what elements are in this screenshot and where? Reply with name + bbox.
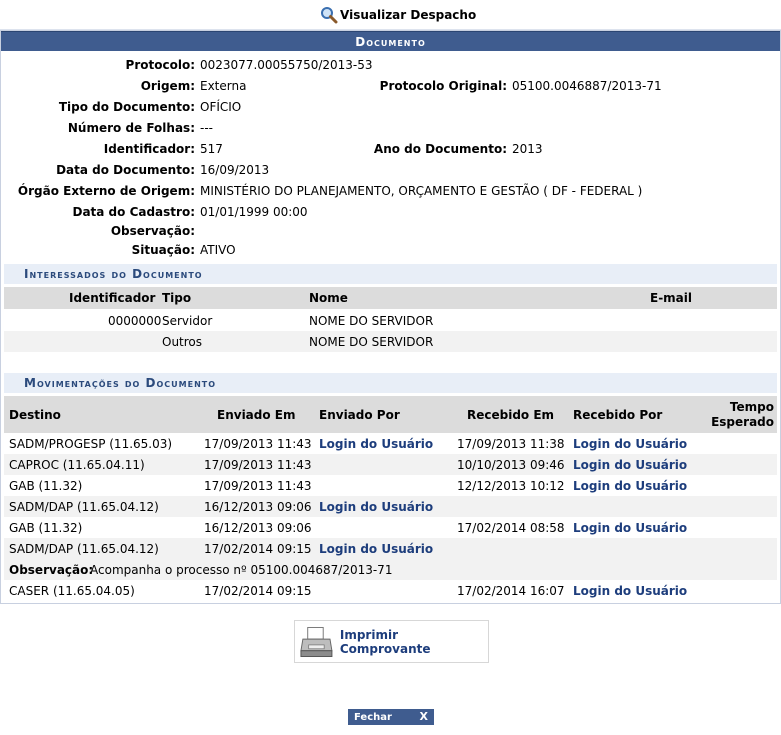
print-button[interactable]: Imprimir Comprovante [294,620,489,663]
interessados-title: Interessados do Documento [4,264,777,284]
identificador-label: Identificador: [103,142,195,156]
table-row: CASER (11.65.04.05) 17/02/2014 09:15 17/… [4,580,777,601]
col-recebido-por: Recebido Por [573,408,663,422]
col-identificador: Identificador [69,291,156,305]
cell-nome: NOME DO SERVIDOR [309,335,434,349]
situacao-label: Situação: [131,243,195,257]
cell-identificador: 0000000 [108,314,162,328]
data-cadastro-value: 01/01/1999 00:00 [200,205,308,219]
col-enviado-por: Enviado Por [319,408,400,422]
data-documento-label: Data do Documento: [56,163,195,177]
observacao-label: Observação: [110,224,195,238]
table-row: GAB (11.32) 16/12/2013 09:06 17/02/2014 … [4,517,777,538]
page-header: Visualizar Despacho [0,0,781,30]
identificador-value: 517 [200,142,223,156]
cell-enviado-em: 17/02/2014 09:15 [204,584,312,598]
cell-enviado-em: 17/09/2013 11:43 [204,437,312,451]
cell-destino: GAB (11.32) [9,521,83,535]
recebido-por-link[interactable]: Login do Usuário [573,458,687,472]
cell-recebido-em: 10/10/2013 09:46 [457,458,565,472]
close-button[interactable]: Fechar X [348,709,434,725]
cell-destino: CASER (11.65.04.05) [9,584,135,598]
recebido-por-link[interactable]: Login do Usuário [573,479,687,493]
col-nome: Nome [309,291,348,305]
protocolo-label: Protocolo: [125,58,195,72]
interessados-header: Identificador Tipo Nome E-mail [4,287,777,309]
observacao-label: Observação: [9,563,94,577]
table-row: SADM/DAP (11.65.04.12) 17/02/2014 09:15 … [4,538,777,559]
enviado-por-link[interactable]: Login do Usuário [319,542,433,556]
cell-enviado-em: 17/09/2013 11:43 [204,479,312,493]
origem-label: Origem: [140,79,195,93]
cell-destino: GAB (11.32) [9,479,83,493]
col-esperado: Esperado [711,415,774,429]
movimentacoes-header: Destino Enviado Em Enviado Por Recebido … [4,396,777,433]
page-title: Visualizar Despacho [340,8,477,22]
cell-destino: SADM/DAP (11.65.04.12) [9,500,159,514]
table-row: SADM/PROGESP (11.65.03) 17/09/2013 11:43… [4,433,777,454]
movimentacoes-title: Movimentações do Documento [4,373,777,393]
cell-enviado-em: 17/02/2014 09:15 [204,542,312,556]
cell-nome: NOME DO SERVIDOR [309,314,434,328]
recebido-por-link[interactable]: Login do Usuário [573,437,687,451]
protocolo-value: 0023077.00055750/2013-53 [200,58,373,72]
cell-enviado-em: 16/12/2013 09:06 [204,521,312,535]
table-row: Outros NOME DO SERVIDOR [4,331,777,352]
protocolo-original-label: Protocolo Original: [379,79,507,93]
cell-recebido-em: 12/12/2013 10:12 [457,479,565,493]
documento-panel: Documento Protocolo: 0023077.00055750/20… [0,30,781,604]
origem-value: Externa [200,79,247,93]
documento-caption: Documento [1,31,780,51]
cell-destino: SADM/DAP (11.65.04.12) [9,542,159,556]
enviado-por-link[interactable]: Login do Usuário [319,437,433,451]
close-label: Fechar [354,711,392,723]
recebido-por-link[interactable]: Login do Usuário [573,521,687,535]
cell-destino: SADM/PROGESP (11.65.03) [9,437,173,451]
cell-tipo: Outros [162,335,203,349]
recebido-por-link[interactable]: Login do Usuário [573,584,687,598]
ano-value: 2013 [512,142,543,156]
cell-recebido-em: 17/02/2014 16:07 [457,584,565,598]
folhas-label: Número de Folhas: [67,121,195,135]
col-enviado-em: Enviado Em [217,408,296,422]
ano-label: Ano do Documento: [373,142,507,156]
cell-recebido-em: 17/09/2013 11:38 [457,437,565,451]
observacao-row: Observação: Acompanha o processo nº 0510… [4,559,777,580]
table-row: SADM/DAP (11.65.04.12) 16/12/2013 09:06 … [4,496,777,517]
cell-tipo: Servidor [162,314,213,328]
tipo-label: Tipo do Documento: [58,100,195,114]
table-row: GAB (11.32) 17/09/2013 11:43 12/12/2013 … [4,475,777,496]
situacao-value: ATIVO [200,243,236,257]
title-wrap: Visualizar Despacho [320,5,476,25]
enviado-por-link[interactable]: Login do Usuário [319,500,433,514]
cell-recebido-em: 17/02/2014 08:58 [457,521,565,535]
cell-enviado-em: 17/09/2013 11:43 [204,458,312,472]
printer-icon [300,626,333,657]
col-destino: Destino [9,408,61,422]
tipo-value: OFÍCIO [200,100,242,114]
protocolo-original-value: 05100.0046887/2013-71 [512,79,662,93]
magnifier-icon [321,7,338,24]
close-icon: X [419,710,428,723]
col-tempo: Tempo [729,400,774,414]
data-documento-value: 16/09/2013 [200,163,270,177]
observacao-text: Acompanha o processo nº 05100.004687/201… [90,563,393,577]
cell-enviado-em: 16/12/2013 09:06 [204,500,312,514]
table-row: 0000000 Servidor NOME DO SERVIDOR [4,310,777,331]
col-tipo: Tipo [162,291,192,305]
folhas-value: --- [200,121,213,135]
orgao-value: MINISTÉRIO DO PLANEJAMENTO, ORÇAMENTO E … [200,184,643,198]
cell-destino: CAPROC (11.65.04.11) [9,458,145,472]
col-email: E-mail [650,291,693,305]
col-recebido-em: Recebido Em [467,408,555,422]
orgao-label: Órgão Externo de Origem: [17,184,195,198]
print-label: Imprimir Comprovante [339,627,431,656]
table-row: CAPROC (11.65.04.11) 17/09/2013 11:43 10… [4,454,777,475]
data-cadastro-label: Data do Cadastro: [72,205,195,219]
